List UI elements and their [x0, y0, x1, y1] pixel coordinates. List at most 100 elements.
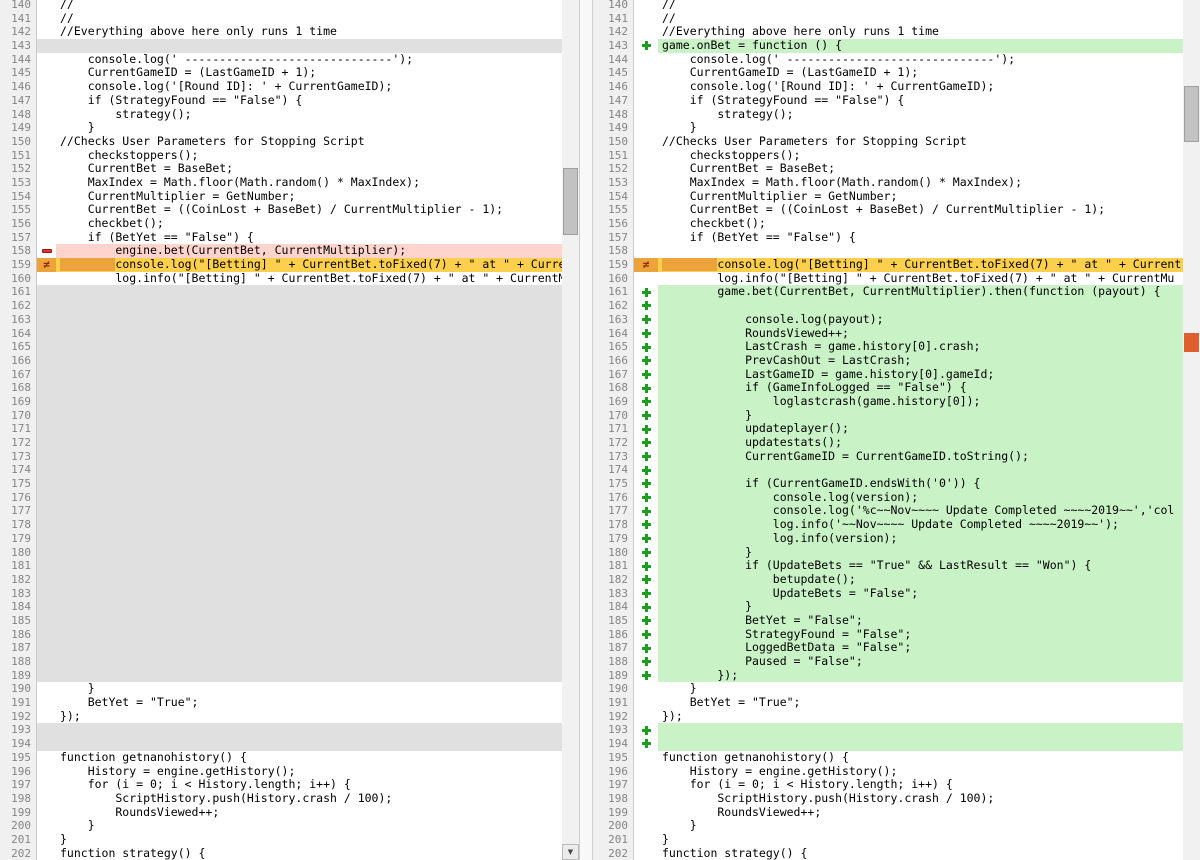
- code-text: game.bet(CurrentBet, CurrentMultiplier).…: [658, 285, 1183, 299]
- line-number: 174: [0, 463, 37, 477]
- right-pane-scrollbar[interactable]: [1183, 0, 1200, 860]
- line-number: 151: [593, 149, 634, 163]
- pane-splitter[interactable]: [579, 0, 593, 860]
- code-text: [56, 354, 562, 368]
- diff-icon-margin: [634, 559, 658, 573]
- line-number: 149: [593, 121, 634, 135]
- code-row: 175: [0, 477, 562, 491]
- diff-icon-margin: [37, 559, 56, 573]
- code-text: //Checks User Parameters for Stopping Sc…: [658, 135, 1183, 149]
- diff-icon-margin: [634, 778, 658, 792]
- line-number: 147: [593, 94, 634, 108]
- code-text: StrategyFound = "False";: [658, 628, 1183, 642]
- code-row: 178: [0, 518, 562, 532]
- line-number: 143: [593, 39, 634, 53]
- diff-icon-margin: [634, 395, 658, 409]
- added-line-icon: [642, 466, 651, 475]
- diff-icon-margin: [37, 450, 56, 464]
- diff-icon-margin: [634, 422, 658, 436]
- code-text: if (BetYet == "False") {: [56, 231, 562, 245]
- line-number: 141: [0, 12, 37, 26]
- code-text: [56, 327, 562, 341]
- line-number: 173: [593, 450, 634, 464]
- line-number: 185: [593, 614, 634, 628]
- left-scrollbar-thumb[interactable]: [563, 168, 578, 235]
- code-text: [56, 39, 562, 53]
- diff-icon-margin: [634, 806, 658, 820]
- code-text: CurrentGameID = (LastGameID + 1);: [658, 66, 1183, 80]
- line-number: 180: [0, 546, 37, 560]
- code-text: [56, 299, 562, 313]
- code-row: 185: [0, 614, 562, 628]
- diff-icon-margin: [37, 600, 56, 614]
- added-line-icon: [642, 411, 651, 420]
- line-number: 200: [593, 819, 634, 833]
- line-number: 158: [593, 244, 634, 258]
- scroll-down-arrow-icon: ▼: [568, 848, 573, 856]
- code-text: //: [658, 0, 1183, 12]
- code-text: }: [56, 682, 562, 696]
- diff-icon-margin: [634, 12, 658, 26]
- code-row: 164: [0, 327, 562, 341]
- code-text: if (BetYet == "False") {: [658, 231, 1183, 245]
- left-code-pane[interactable]: 140//141//142//Everything above here onl…: [0, 0, 562, 860]
- left-code-rows: 140//141//142//Everything above here onl…: [0, 0, 562, 860]
- line-number: 202: [0, 847, 37, 860]
- code-text: console.log('[Round ID]: ' + CurrentGame…: [658, 80, 1183, 94]
- added-line-icon: [642, 657, 651, 666]
- code-text: //Checks User Parameters for Stopping Sc…: [56, 135, 562, 149]
- added-line-icon: [642, 520, 651, 529]
- line-number: 195: [0, 751, 37, 765]
- diff-icon-margin: [634, 765, 658, 779]
- line-number: 157: [593, 231, 634, 245]
- code-row: 193: [0, 723, 562, 737]
- line-number: 142: [593, 25, 634, 39]
- code-text: }: [658, 600, 1183, 614]
- code-row: 145 CurrentGameID = (LastGameID + 1);: [593, 66, 1183, 80]
- code-row: 160 log.info("[Betting] " + CurrentBet.t…: [593, 272, 1183, 286]
- code-row: 160 log.info("[Betting] " + CurrentBet.t…: [0, 272, 562, 286]
- code-row: 190 }: [593, 682, 1183, 696]
- code-text: [56, 409, 562, 423]
- code-row: 178 log.info('~~Nov~~~~ Update Completed…: [593, 518, 1183, 532]
- code-text: function strategy() {: [658, 847, 1183, 860]
- diff-icon-margin: [634, 847, 658, 860]
- line-number: 161: [593, 285, 634, 299]
- right-code-pane[interactable]: 140//141//142//Everything above here onl…: [593, 0, 1183, 860]
- code-row: 199 RoundsViewed++;: [0, 806, 562, 820]
- code-row: 172: [0, 436, 562, 450]
- right-scrollbar-thumb[interactable]: [1184, 86, 1199, 142]
- diff-icon-margin: [37, 12, 56, 26]
- line-number: 151: [0, 149, 37, 163]
- code-text: log.info('~~Nov~~~~ Update Completed ~~~…: [658, 518, 1183, 532]
- code-text: loglastcrash(game.history[0]);: [658, 395, 1183, 409]
- code-row: 154 CurrentMultiplier = GetNumber;: [0, 190, 562, 204]
- code-row: 163: [0, 313, 562, 327]
- diff-icon-margin: [37, 833, 56, 847]
- code-row: 197 for (i = 0; i < History.length; i++)…: [593, 778, 1183, 792]
- code-row: 143game.onBet = function () {: [593, 39, 1183, 53]
- line-number: 159: [0, 258, 37, 272]
- diff-icon-margin: [37, 477, 56, 491]
- code-text: checkstoppers();: [56, 149, 562, 163]
- code-row: 156 checkbet();: [593, 217, 1183, 231]
- code-text: [56, 559, 562, 573]
- diff-view: 140//141//142//Everything above here onl…: [0, 0, 1200, 860]
- line-number: 144: [0, 53, 37, 67]
- diff-icon-margin: [37, 491, 56, 505]
- scroll-down-button[interactable]: ▼: [562, 844, 579, 860]
- code-row: 151 checkstoppers();: [0, 149, 562, 163]
- left-pane-scrollbar[interactable]: ▼: [562, 0, 579, 860]
- code-row: 173: [0, 450, 562, 464]
- line-number: 201: [0, 833, 37, 847]
- code-row: 177: [0, 504, 562, 518]
- diff-icon-margin: [37, 313, 56, 327]
- added-line-icon: [642, 384, 651, 393]
- code-row: 151 checkstoppers();: [593, 149, 1183, 163]
- code-text: updateplayer();: [658, 422, 1183, 436]
- code-text: //Everything above here only runs 1 time: [658, 25, 1183, 39]
- code-row: 155 CurrentBet = ((CoinLost + BaseBet) /…: [593, 203, 1183, 217]
- diff-icon-margin: [634, 231, 658, 245]
- line-number: 202: [593, 847, 634, 860]
- diff-icon-margin: ≠: [37, 258, 56, 272]
